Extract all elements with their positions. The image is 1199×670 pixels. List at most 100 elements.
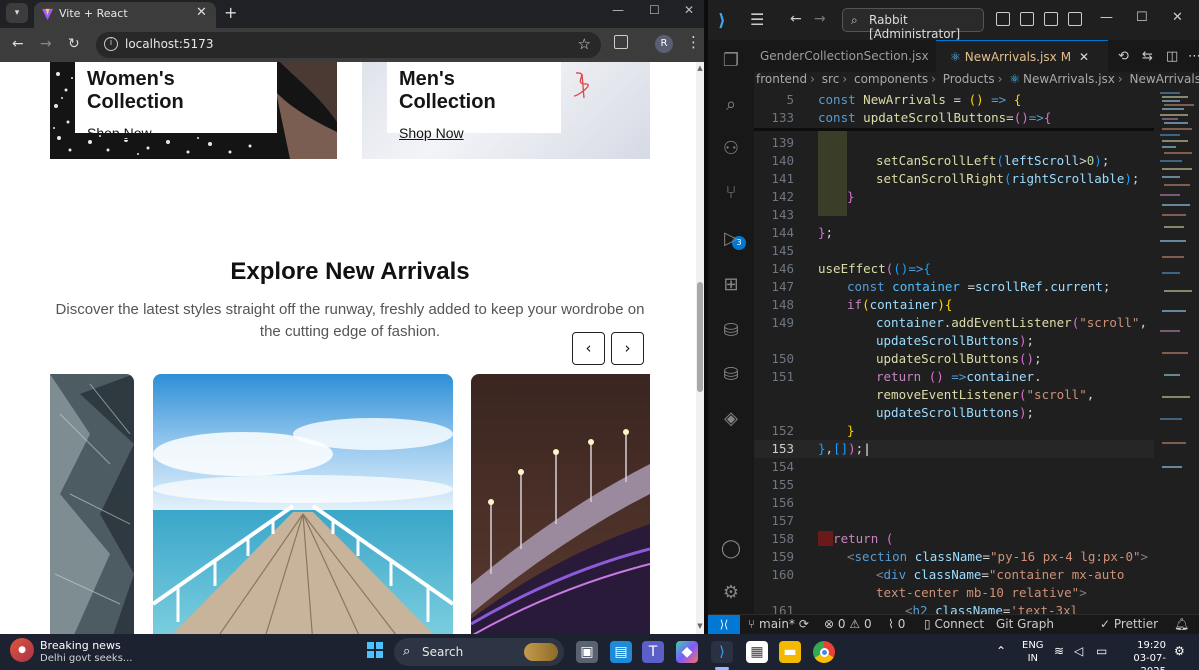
womens-shop-now-link[interactable]: Shop Now [87,125,265,141]
site-info-icon[interactable]: i [104,37,118,51]
product-card[interactable] [471,374,650,634]
compare-changes-icon[interactable]: ⇆ [1142,49,1153,64]
scroll-left-button[interactable]: ‹ [572,332,605,365]
profile-avatar[interactable]: R [655,35,673,53]
page-scrollbar[interactable]: ▲ ▼ [696,62,704,634]
maximize-icon[interactable]: ☐ [649,3,660,17]
branch-status[interactable]: ⑂ main* ⟳ [748,617,809,631]
battery-icon[interactable]: ▭ [1096,644,1107,658]
line-number: 158 [771,531,794,546]
forward-icon[interactable]: → [40,36,52,52]
vscode-taskbar-icon[interactable]: ⟩ [711,641,733,663]
line-number: 5 [786,92,794,107]
menu-icon[interactable]: ☰ [750,10,764,29]
notification-center-icon[interactable]: ⚙ [1174,644,1185,658]
react-icon: ⚛ [1009,72,1020,86]
breadcrumb-item[interactable]: NewArrivals.jsx [1023,72,1115,86]
minimap[interactable] [1154,90,1199,614]
forward-icon[interactable]: → [814,11,826,27]
chrome-icon[interactable] [813,641,835,663]
url-text[interactable]: localhost:5173 [125,37,213,51]
problems-status[interactable]: ⊗ 0 ⚠ 0 [824,617,872,631]
language-indicator[interactable]: ENG IN [1022,639,1044,665]
file-explorer-icon[interactable]: ▬ [779,641,801,663]
account-icon[interactable]: ◯ [720,538,742,560]
task-view-icon[interactable]: ▣ [576,641,598,663]
remote-icon[interactable]: ⟩⟨ [708,615,740,635]
notepad-icon[interactable]: ▦ [746,641,768,663]
layers-icon[interactable]: ◈ [720,408,742,430]
git-graph-status[interactable]: Git Graph [996,617,1054,631]
tab-new-arrivals[interactable]: ⚛ NewArrivals.jsx M ✕ [936,40,1108,72]
toggle-sidebar-icon[interactable] [996,12,1010,26]
scroll-right-button[interactable]: › [611,332,644,365]
product-card[interactable] [153,374,453,634]
taskbar-search[interactable]: ⌕ Search [394,638,564,666]
scroll-down-icon[interactable]: ▼ [696,622,704,630]
settings-gear-icon[interactable]: ⚙ [720,582,742,604]
code-line: removeEventListener("scroll", [876,387,1095,402]
breadcrumb-item[interactable]: components [854,72,928,86]
news-subtitle[interactable]: Delhi govt seeks... [40,653,132,664]
database-2-icon[interactable]: ⛁ [720,364,742,386]
address-bar[interactable]: i localhost:5173 ☆ [96,32,601,58]
window-close-icon[interactable]: ✕ [1172,10,1183,25]
clock[interactable]: 19:20 03-07-2025 [1118,639,1166,670]
run-debug-icon[interactable]: ▷ [720,228,742,250]
new-tab-icon[interactable]: + [224,3,237,22]
database-icon[interactable]: ⛁ [720,320,742,342]
ai-assistant-icon[interactable]: ⚇ [720,138,742,160]
teams-icon[interactable]: T [642,641,664,663]
tab-gender-collection-section[interactable]: GenderCollectionSection.jsx [754,40,936,72]
tab-search-button[interactable]: ▾ [6,3,28,23]
maximize-icon[interactable]: ☐ [1136,10,1148,25]
code-editor[interactable]: 5 const NewArrivals = () => { 133 const … [754,90,1154,614]
timeline-icon[interactable]: ⟲ [1118,49,1129,64]
toggle-panel-icon[interactable] [1020,12,1034,26]
extensions-icon[interactable] [614,35,628,49]
mens-shop-now-link[interactable]: Shop Now [399,125,549,141]
bookmark-star-icon[interactable]: ☆ [578,35,591,53]
windows-start-icon[interactable] [364,641,386,663]
sticky-line[interactable]: 5 const NewArrivals = () => { [754,92,1154,110]
connect-status[interactable]: ▯ Connect [924,617,984,631]
tray-overflow-icon[interactable]: ⌃ [996,644,1006,658]
womens-collection-box: Women's Collection Shop Now [75,62,277,141]
breadcrumb-item[interactable]: NewArrivals [1130,72,1199,86]
breadcrumb-item[interactable]: frontend [756,72,807,86]
product-card[interactable] [50,374,134,634]
browser-tab[interactable]: Vite + React ✕ [34,2,216,28]
close-icon[interactable]: ✕ [1079,50,1089,64]
notifications-bell-icon[interactable]: 🔔︎ [1174,617,1189,631]
close-icon[interactable]: ✕ [196,5,207,20]
reload-icon[interactable]: ↻ [68,36,80,52]
sticky-line[interactable]: 133 const updateScrollButtons=()=>{ [754,110,1154,128]
ports-status[interactable]: ⌇ 0 [888,617,905,631]
scroll-up-icon[interactable]: ▲ [696,64,704,72]
customize-layout-icon[interactable] [1068,12,1082,26]
widgets-icon[interactable]: ▤ [610,641,632,663]
copilot-icon[interactable]: ◆ [676,641,698,663]
more-menu-icon[interactable]: ⋮ [686,33,701,51]
source-control-icon[interactable]: ⑂ [720,182,742,204]
news-title[interactable]: Breaking news [40,639,121,652]
wifi-icon[interactable]: ≋ [1054,644,1064,658]
split-editor-icon[interactable]: ◫ [1166,49,1178,64]
minimize-icon[interactable]: — [612,3,624,17]
breadcrumb-item[interactable]: Products [943,72,995,86]
more-actions-icon[interactable]: ⋯ [1188,49,1199,64]
toggle-secondary-sidebar-icon[interactable] [1044,12,1058,26]
scrollbar-thumb[interactable] [697,282,703,392]
window-close-icon[interactable]: ✕ [684,3,694,17]
back-icon[interactable]: ← [790,11,802,27]
extensions-icon[interactable]: ⊞ [720,274,742,296]
breadcrumb-item[interactable]: src [822,72,840,86]
back-icon[interactable]: ← [12,36,24,52]
command-center[interactable]: ⌕ Rabbit [Administrator] [842,8,984,41]
explorer-icon[interactable]: ❐ [720,50,742,72]
search-icon[interactable]: ⌕ [720,94,742,116]
prettier-status[interactable]: ✓ Prettier [1100,617,1158,631]
news-widget-icon[interactable]: ● [10,638,34,662]
volume-icon[interactable]: ◁ [1074,644,1083,658]
minimize-icon[interactable]: — [1100,10,1113,25]
